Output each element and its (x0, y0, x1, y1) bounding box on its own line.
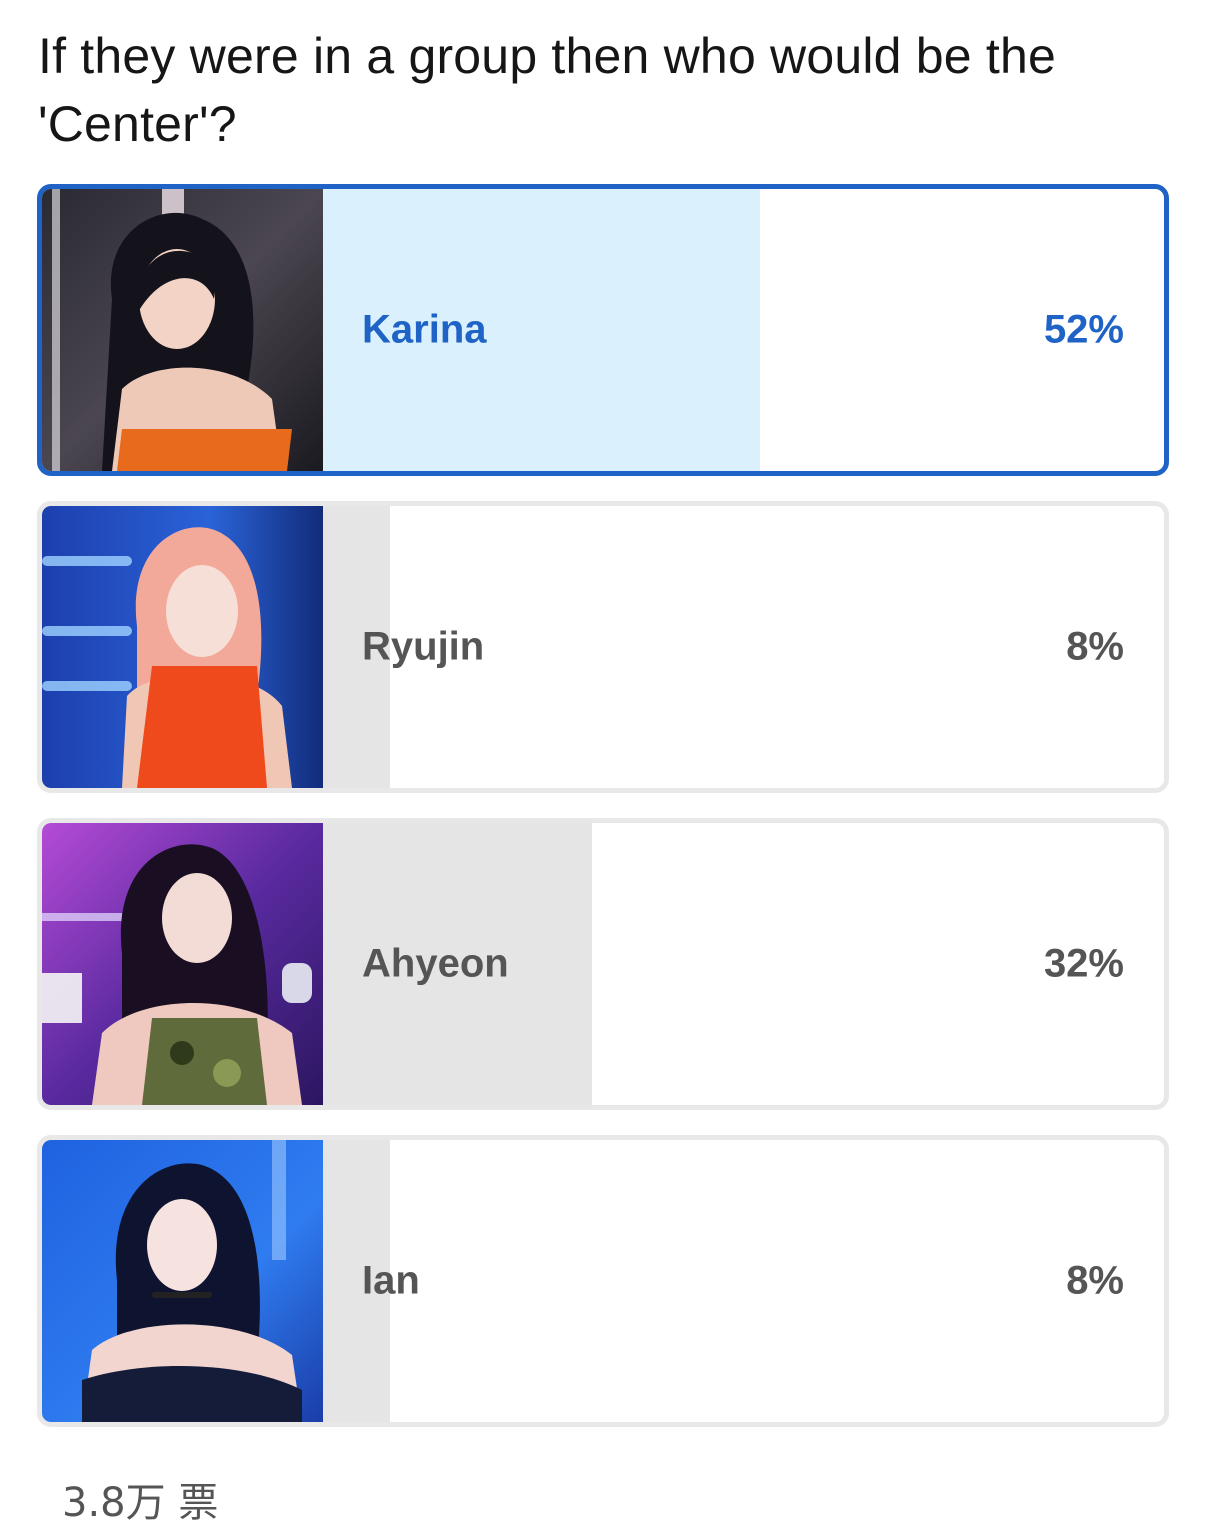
option-label: Karina (362, 307, 487, 352)
option-photo (42, 189, 323, 471)
option-percent: 8% (1066, 624, 1124, 669)
poll-option-ahyeon[interactable]: Ahyeon 32% (37, 818, 1169, 1110)
option-photo (42, 1140, 323, 1422)
option-photo (42, 823, 323, 1105)
option-photo (42, 506, 323, 788)
option-percent: 52% (1043, 307, 1124, 352)
option-label: Ahyeon (362, 941, 509, 986)
result-bar-track (323, 1140, 1164, 1422)
vote-count: 3.8万 票 (62, 1480, 219, 1526)
option-label: Ian (362, 1258, 420, 1303)
poll-option-ryujin[interactable]: Ryujin 8% (37, 501, 1169, 793)
option-percent: 8% (1066, 1258, 1124, 1303)
poll-question: If they were in a group then who would b… (38, 28, 1056, 152)
poll-options: Karina 52% Ryujin 8% Ahyeon 32% Ian 8% (37, 184, 1169, 1452)
poll-option-karina[interactable]: Karina 52% (37, 184, 1169, 476)
option-percent: 32% (1043, 941, 1124, 986)
poll-option-ian[interactable]: Ian 8% (37, 1135, 1169, 1427)
option-label: Ryujin (362, 624, 485, 669)
